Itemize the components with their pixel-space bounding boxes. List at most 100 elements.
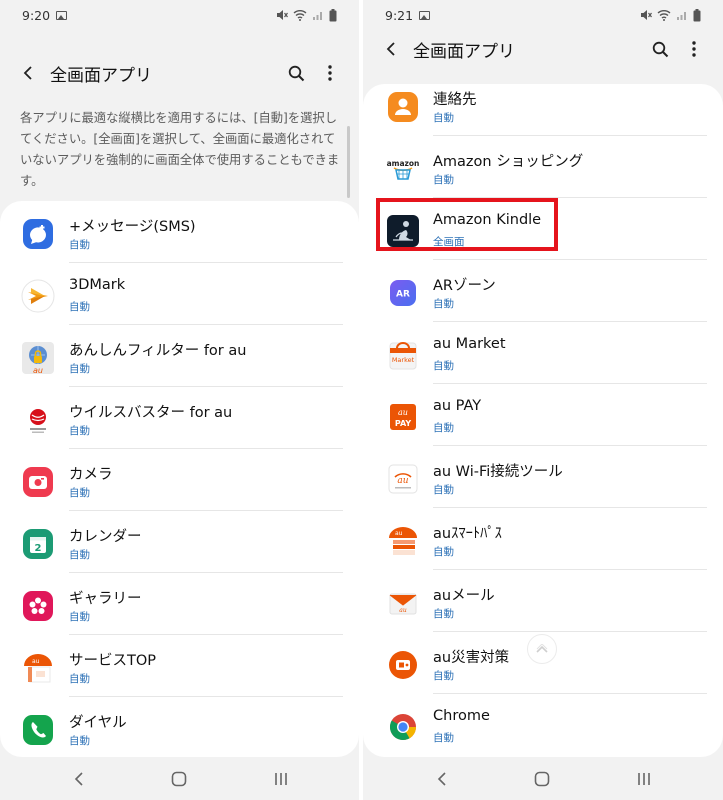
app-row-camera[interactable]: カメラ 自動	[0, 449, 359, 511]
app-row-anshin-filter[interactable]: au あんしんフィルター for au 自動	[0, 325, 359, 387]
app-name: auｽﾏｰﾄﾊﾟｽ	[433, 526, 502, 542]
nav-home-icon	[534, 771, 550, 787]
status-bar: 9:20	[0, 0, 359, 30]
more-options-button[interactable]	[677, 29, 711, 69]
app-row-au-pay[interactable]: au PAY au PAY 自動	[363, 384, 723, 446]
left-screen: 9:20 全画面アプリ 各アプリに最適な縦横比を適用するには、[自動]を選択して…	[0, 0, 359, 800]
nav-home-button[interactable]	[164, 765, 194, 793]
app-status: 自動	[69, 673, 90, 685]
amazon-shopping-icon: amazon	[385, 151, 421, 187]
svg-text:Market: Market	[392, 356, 415, 364]
app-status: 自動	[69, 363, 90, 375]
back-arrow-icon	[386, 42, 395, 56]
app-row-au-mail[interactable]: au auメール 自動	[363, 570, 723, 632]
svg-text:au: au	[32, 658, 40, 665]
au-smartpass-icon: au	[385, 523, 421, 559]
app-name: ダイヤル	[69, 715, 127, 731]
app-status: 自動	[69, 239, 90, 251]
app-row-ar-zone[interactable]: AR ARゾーン 自動	[363, 260, 723, 322]
app-row-au-wifi[interactable]: au au Wi-Fi接続ツール 自動	[363, 446, 723, 508]
svg-text:amazon: amazon	[387, 159, 420, 168]
kindle-highlight-box	[376, 198, 558, 251]
chevron-up-icon	[536, 644, 548, 653]
gallery-icon	[20, 588, 56, 624]
scrollbar[interactable]	[347, 126, 350, 198]
app-status: 自動	[433, 484, 454, 496]
battery-icon	[693, 8, 701, 21]
nav-recents-icon	[638, 773, 650, 785]
signal-icon	[313, 12, 322, 20]
search-icon	[652, 41, 668, 57]
app-row-calendar[interactable]: 2 カレンダー 自動	[0, 511, 359, 573]
app-name: auメール	[433, 588, 495, 604]
app-status: 自動	[69, 735, 90, 747]
app-row-virusbuster[interactable]: ウイルスバスター for au 自動	[0, 387, 359, 449]
calendar-icon: 2	[20, 526, 56, 562]
back-button[interactable]	[8, 53, 48, 93]
app-status: 自動	[433, 174, 454, 186]
battery-icon	[329, 8, 337, 21]
au-market-icon: Market	[385, 337, 421, 373]
signal-icon	[677, 12, 686, 20]
app-name: au災害対策	[433, 650, 510, 666]
svg-text:2: 2	[35, 543, 42, 554]
app-status: 自動	[69, 301, 90, 313]
status-bar: 9:21	[363, 0, 723, 30]
app-name: ウイルスバスター for au	[69, 405, 233, 421]
app-status: 自動	[433, 546, 454, 558]
app-row-au-smartpass[interactable]: au auｽﾏｰﾄﾊﾟｽ 自動	[363, 508, 723, 570]
more-options-button[interactable]	[313, 53, 347, 93]
app-row-amazon-shopping[interactable]: amazon Amazon ショッピング 自動	[363, 136, 723, 198]
app-row-au-market[interactable]: Market au Market 自動	[363, 322, 723, 384]
app-row-chrome[interactable]: Chrome 自動	[363, 694, 723, 756]
app-name: ギャラリー	[69, 591, 142, 607]
search-button[interactable]	[279, 53, 313, 93]
app-row-contacts[interactable]: 連絡先 自動	[363, 84, 723, 136]
app-status: 自動	[433, 732, 454, 744]
service-top-icon: au	[20, 650, 56, 686]
status-time: 9:20	[22, 7, 51, 23]
app-name: au PAY	[433, 398, 482, 414]
nav-back-button[interactable]	[64, 765, 94, 793]
navigation-bar	[0, 757, 359, 800]
status-time: 9:21	[385, 7, 414, 23]
app-row-dialer[interactable]: ダイヤル 自動	[0, 697, 359, 757]
nav-recents-button[interactable]	[629, 765, 659, 793]
app-row-service-top[interactable]: au サービスTOP 自動	[0, 635, 359, 697]
back-button[interactable]	[371, 29, 411, 69]
navigation-bar	[363, 757, 723, 800]
app-row-3dmark[interactable]: 3DMark 自動	[0, 263, 359, 325]
more-vertical-icon	[692, 41, 696, 57]
app-status: 自動	[433, 670, 454, 682]
app-row-gallery[interactable]: ギャラリー 自動	[0, 573, 359, 635]
chrome-icon	[385, 709, 421, 745]
wifi-icon	[293, 10, 307, 21]
app-list: +メッセージ(SMS) 自動 3DMark 自動 au あんしんフィルター fo…	[0, 201, 359, 757]
more-vertical-icon	[328, 65, 332, 81]
svg-text:PAY: PAY	[395, 419, 412, 428]
gallery-notification-icon	[56, 10, 68, 20]
au-wifi-icon: au	[385, 461, 421, 497]
app-name: Amazon ショッピング	[433, 154, 584, 170]
search-button[interactable]	[643, 29, 677, 69]
page-title: 全画面アプリ	[50, 65, 152, 86]
app-status: 自動	[433, 422, 454, 434]
app-name: カメラ	[69, 467, 113, 483]
svg-text:au: au	[398, 408, 408, 417]
app-row-plus-message[interactable]: +メッセージ(SMS) 自動	[0, 201, 359, 263]
dialer-icon	[20, 712, 56, 748]
nav-back-button[interactable]	[427, 765, 457, 793]
app-name: 連絡先	[433, 92, 477, 108]
app-name: あんしんフィルター for au	[69, 343, 247, 359]
app-name: Chrome	[433, 708, 490, 724]
wifi-icon	[657, 10, 671, 21]
description-text: 各アプリに最適な縦横比を適用するには、[自動]を選択してください。[全画面]を選…	[20, 111, 340, 188]
app-name: au Market	[433, 336, 506, 352]
nav-recents-button[interactable]	[266, 765, 296, 793]
nav-home-icon	[171, 771, 187, 787]
app-status: 自動	[433, 608, 454, 620]
scroll-to-top-button[interactable]	[527, 634, 557, 664]
nav-home-button[interactable]	[527, 765, 557, 793]
svg-text:au: au	[395, 530, 403, 537]
search-icon	[288, 65, 304, 81]
